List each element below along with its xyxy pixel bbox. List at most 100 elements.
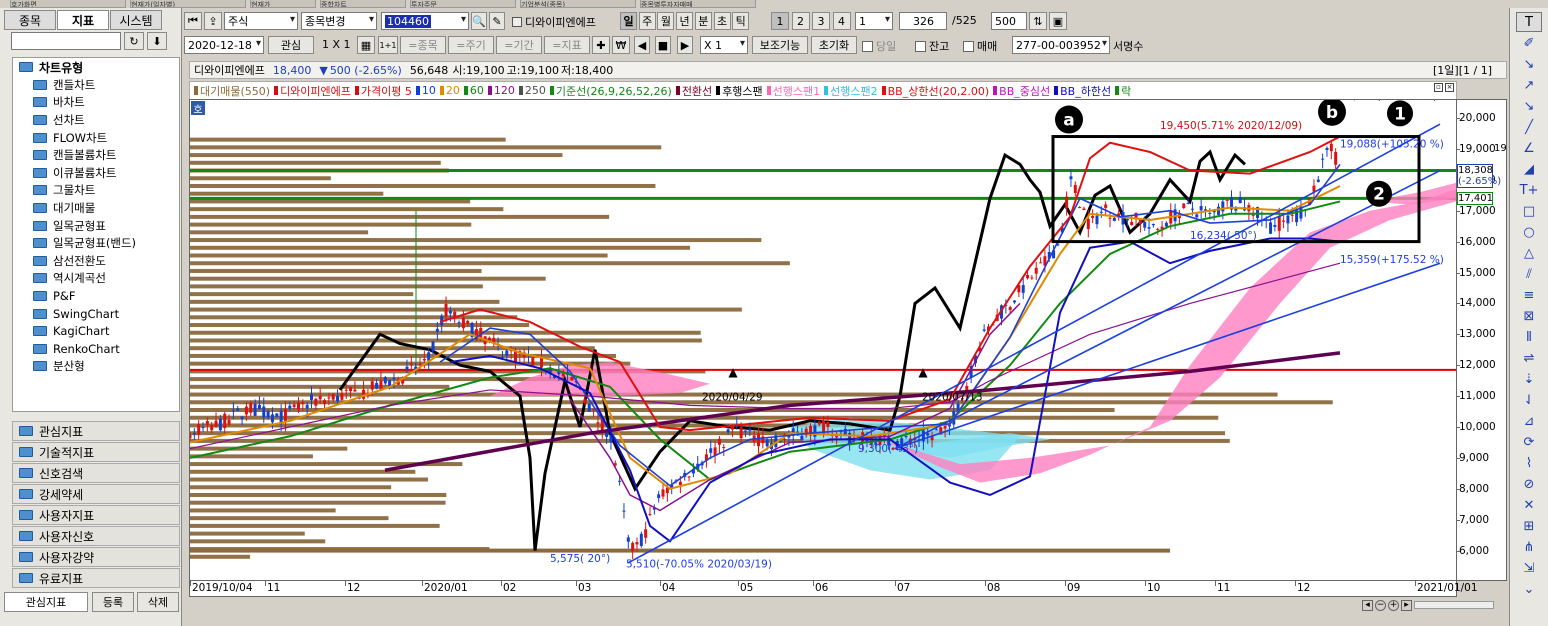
period-button[interactable]: 월 — [657, 12, 675, 30]
crosshair-icon[interactable]: ✚ — [592, 36, 610, 54]
rectangle-icon[interactable]: □ — [1516, 201, 1542, 221]
gann-box-icon[interactable]: ⊠ — [1516, 306, 1542, 326]
candle-body[interactable] — [331, 393, 335, 400]
tree-item[interactable]: 그물차트 — [13, 182, 179, 200]
candle-body[interactable] — [1329, 143, 1333, 152]
candle-body[interactable] — [1182, 203, 1186, 209]
candle-body[interactable] — [218, 418, 222, 431]
checkbox-trade[interactable]: 매매 — [963, 38, 997, 54]
candle-body[interactable] — [722, 447, 726, 449]
candle-body[interactable] — [1273, 224, 1277, 227]
candle-body[interactable] — [631, 542, 635, 552]
candle-body[interactable] — [279, 410, 283, 423]
text-tool-icon[interactable]: T — [1516, 12, 1542, 32]
candle-body[interactable] — [622, 510, 626, 512]
zoom-out-icon[interactable]: − — [1375, 599, 1386, 611]
parallel-icon[interactable]: ⫽ — [1516, 264, 1542, 284]
candle-body[interactable] — [314, 398, 318, 406]
register-button[interactable]: 등록 — [92, 592, 134, 612]
candle-body[interactable] — [709, 448, 713, 453]
legend-item[interactable]: 대기매물(550) — [194, 83, 270, 99]
candle-body[interactable] — [427, 352, 431, 361]
legend-item[interactable]: 전환선 — [675, 83, 712, 99]
arrow-up-icon[interactable]: ↗ — [1516, 75, 1542, 95]
window-tab[interactable]: 현재가 — [250, 0, 316, 8]
candle-body[interactable] — [926, 433, 930, 436]
zoom-slider[interactable] — [1414, 601, 1494, 609]
candle-body[interactable] — [1321, 158, 1325, 160]
bb-lower-line[interactable] — [449, 237, 1341, 543]
checkbox-dangil[interactable]: 당일 — [862, 38, 896, 54]
candle-body[interactable] — [618, 480, 622, 482]
candle-body[interactable] — [231, 410, 235, 412]
candle-body[interactable] — [1286, 215, 1290, 224]
tab-indicator[interactable]: 지표 — [57, 10, 109, 30]
candle-body[interactable] — [214, 420, 218, 427]
candle-body[interactable] — [227, 419, 231, 425]
candle-body[interactable] — [587, 403, 591, 412]
candle-body[interactable] — [583, 399, 587, 404]
legend-item[interactable]: BB_하한선 — [1054, 83, 1111, 99]
candle-icon[interactable]: ₩ — [612, 36, 630, 54]
candle-body[interactable] — [1095, 215, 1099, 225]
candle-body[interactable] — [1008, 307, 1012, 310]
fib-retrace-icon[interactable]: ⇣ — [1516, 369, 1542, 389]
date-picker[interactable]: 2020-12-18 — [184, 36, 264, 54]
apply-icon[interactable]: ⇅ — [1029, 12, 1047, 30]
candle-body[interactable] — [648, 514, 652, 516]
candle-body[interactable] — [1130, 221, 1134, 226]
candle-body[interactable] — [783, 439, 787, 441]
candle-body[interactable] — [1026, 274, 1030, 279]
candle-body[interactable] — [249, 402, 253, 413]
stock-code-input[interactable]: 104460 — [381, 12, 469, 30]
grid-lines-icon[interactable]: ⦀ — [1516, 327, 1542, 347]
candle-body[interactable] — [639, 533, 643, 546]
category-item[interactable]: 사용자강약 — [12, 547, 180, 567]
candle-body[interactable] — [1091, 216, 1095, 218]
trendline-1[interactable] — [627, 123, 1441, 564]
candle-body[interactable] — [1195, 214, 1199, 218]
category-item[interactable]: 사용자신호 — [12, 526, 180, 546]
window-tab[interactable]: 현재가(일자별) — [130, 0, 246, 8]
indicator-search-input[interactable] — [11, 32, 121, 50]
angle-tool-icon[interactable]: ∠ — [1516, 138, 1542, 158]
candle-body[interactable] — [817, 421, 821, 425]
number-button[interactable]: 2 — [791, 12, 810, 30]
candle-body[interactable] — [1164, 222, 1168, 227]
save-icon[interactable]: ▣ — [1049, 12, 1067, 30]
candle-body[interactable] — [223, 413, 227, 429]
candle-body[interactable] — [1039, 262, 1043, 264]
candle-body[interactable] — [1238, 197, 1242, 204]
tree-item[interactable]: 이큐볼륨차트 — [13, 164, 179, 182]
display-count-input[interactable]: 500 — [991, 12, 1027, 30]
window-tab[interactable]: 호가화면 — [10, 0, 126, 8]
upload-icon[interactable]: ⇪ — [204, 12, 222, 30]
candle-body[interactable] — [904, 436, 908, 438]
candle-body[interactable] — [466, 320, 470, 324]
zoom-in-icon[interactable]: + — [1388, 599, 1399, 611]
candle-body[interactable] — [500, 356, 504, 358]
checkbox-icon[interactable] — [963, 40, 974, 52]
candle-body[interactable] — [349, 386, 353, 392]
scroll-right-icon[interactable]: ▸ — [1401, 599, 1412, 611]
candle-body[interactable] — [275, 413, 279, 417]
candle-body[interactable] — [244, 406, 248, 415]
tree-item[interactable]: 일목균형표(밴드) — [13, 234, 179, 252]
candle-body[interactable] — [301, 402, 305, 405]
candle-body[interactable] — [422, 358, 426, 361]
candle-body[interactable] — [435, 328, 439, 332]
window-tab[interactable]: 투자주문 — [410, 0, 516, 8]
candle-body[interactable] — [1078, 207, 1082, 209]
candle-body[interactable] — [1216, 206, 1220, 215]
layout-label[interactable]: 1 X 1 — [322, 38, 351, 51]
candle-body[interactable] — [1065, 196, 1069, 209]
price-chart[interactable]: a b 1 2 19,450(5.71% 2020/12/09) 20,543(+26.5… — [189, 99, 1457, 581]
candle-body[interactable] — [1073, 184, 1077, 193]
candle-body[interactable] — [240, 416, 244, 420]
candle-body[interactable] — [561, 373, 565, 377]
candle-body[interactable] — [1086, 218, 1090, 230]
legend-item[interactable]: BB_중심선 — [993, 83, 1050, 99]
candle-body[interactable] — [1225, 199, 1229, 201]
legend-item[interactable]: 디와이피엔에프 — [274, 83, 351, 99]
fib-fan-icon[interactable]: ⇃ — [1516, 390, 1542, 410]
